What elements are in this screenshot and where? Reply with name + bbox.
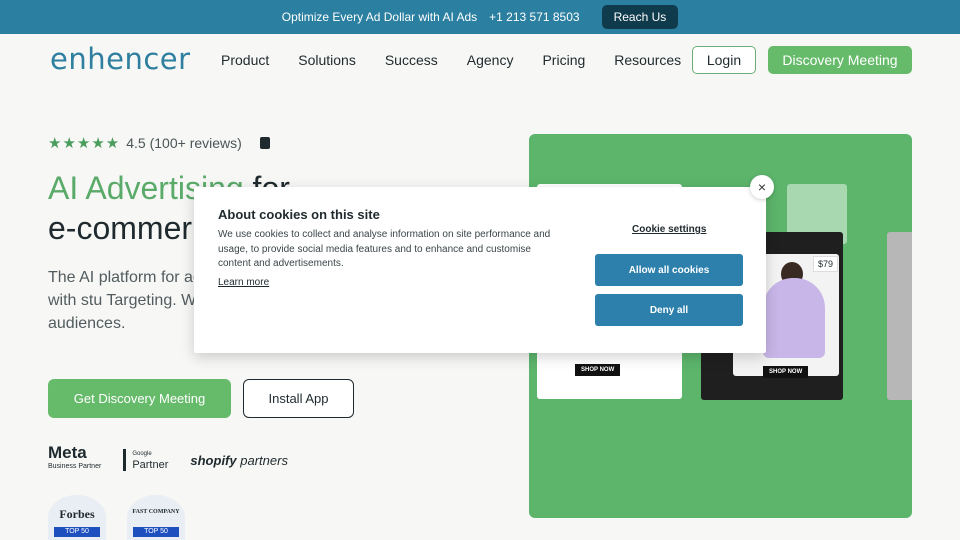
shop-now-tag: SHOP NOW <box>763 366 809 378</box>
forbes-badge: Forbes TOP 50 <box>48 495 106 540</box>
ad-card-right <box>887 232 912 400</box>
deny-all-button[interactable]: Deny all <box>595 294 743 326</box>
rating-text: 4.5 (100+ reviews) <box>126 135 242 151</box>
rating-row: ★★★★★ 4.5 (100+ reviews) <box>48 134 270 152</box>
nav-agency[interactable]: Agency <box>467 52 514 68</box>
partner-logos: Meta Business Partner Google Partner sho… <box>48 443 288 474</box>
google-partner-logo: Google Partner <box>123 449 168 471</box>
meta-partner-logo: Meta Business Partner <box>48 443 102 470</box>
shopify-bag-icon <box>259 137 270 149</box>
enhencer-logo[interactable]: enhencer <box>50 42 191 76</box>
discovery-meeting-button[interactable]: Discovery Meeting <box>768 46 912 74</box>
learn-more-link[interactable]: Learn more <box>218 277 269 288</box>
price-tag: $79 <box>813 256 839 272</box>
fast-company-badge: FAST COMPANY TOP 50 <box>127 495 185 540</box>
allow-all-cookies-button[interactable]: Allow all cookies <box>595 254 743 286</box>
login-button[interactable]: Login <box>692 46 756 74</box>
get-discovery-meeting-button[interactable]: Get Discovery Meeting <box>48 379 231 418</box>
nav-success[interactable]: Success <box>385 52 438 68</box>
promo-text: Optimize Every Ad Dollar with AI Ads <box>281 10 478 24</box>
cookie-settings-link[interactable]: Cookie settings <box>632 224 706 235</box>
install-app-button[interactable]: Install App <box>243 379 354 418</box>
nav-product[interactable]: Product <box>221 52 269 68</box>
cookie-title: About cookies on this site <box>218 207 380 222</box>
nav-pricing[interactable]: Pricing <box>542 52 585 68</box>
shop-now-tag: SHOP NOW <box>575 364 621 376</box>
cookie-consent-dialog: About cookies on this site We use cookie… <box>194 187 766 353</box>
close-icon[interactable]: × <box>750 175 774 199</box>
main-nav: Product Solutions Success Agency Pricing… <box>221 52 710 68</box>
hero-title-line2: e-commer <box>48 210 193 246</box>
model-dress <box>763 278 825 358</box>
phone-number[interactable]: +1 213 571 8503 <box>489 10 579 24</box>
promo-banner: Optimize Every Ad Dollar with AI Ads +1 … <box>0 0 960 34</box>
site-header: enhencer Product Solutions Success Agenc… <box>0 34 960 88</box>
shopify-partners-logo: shopify partners <box>190 452 288 468</box>
cookie-body: We use cookies to collect and analyse in… <box>218 229 551 269</box>
nav-resources[interactable]: Resources <box>614 52 681 68</box>
rating-stars-icon: ★★★★★ <box>48 135 121 152</box>
nav-solutions[interactable]: Solutions <box>298 52 356 68</box>
reach-us-button[interactable]: Reach Us <box>601 5 679 29</box>
